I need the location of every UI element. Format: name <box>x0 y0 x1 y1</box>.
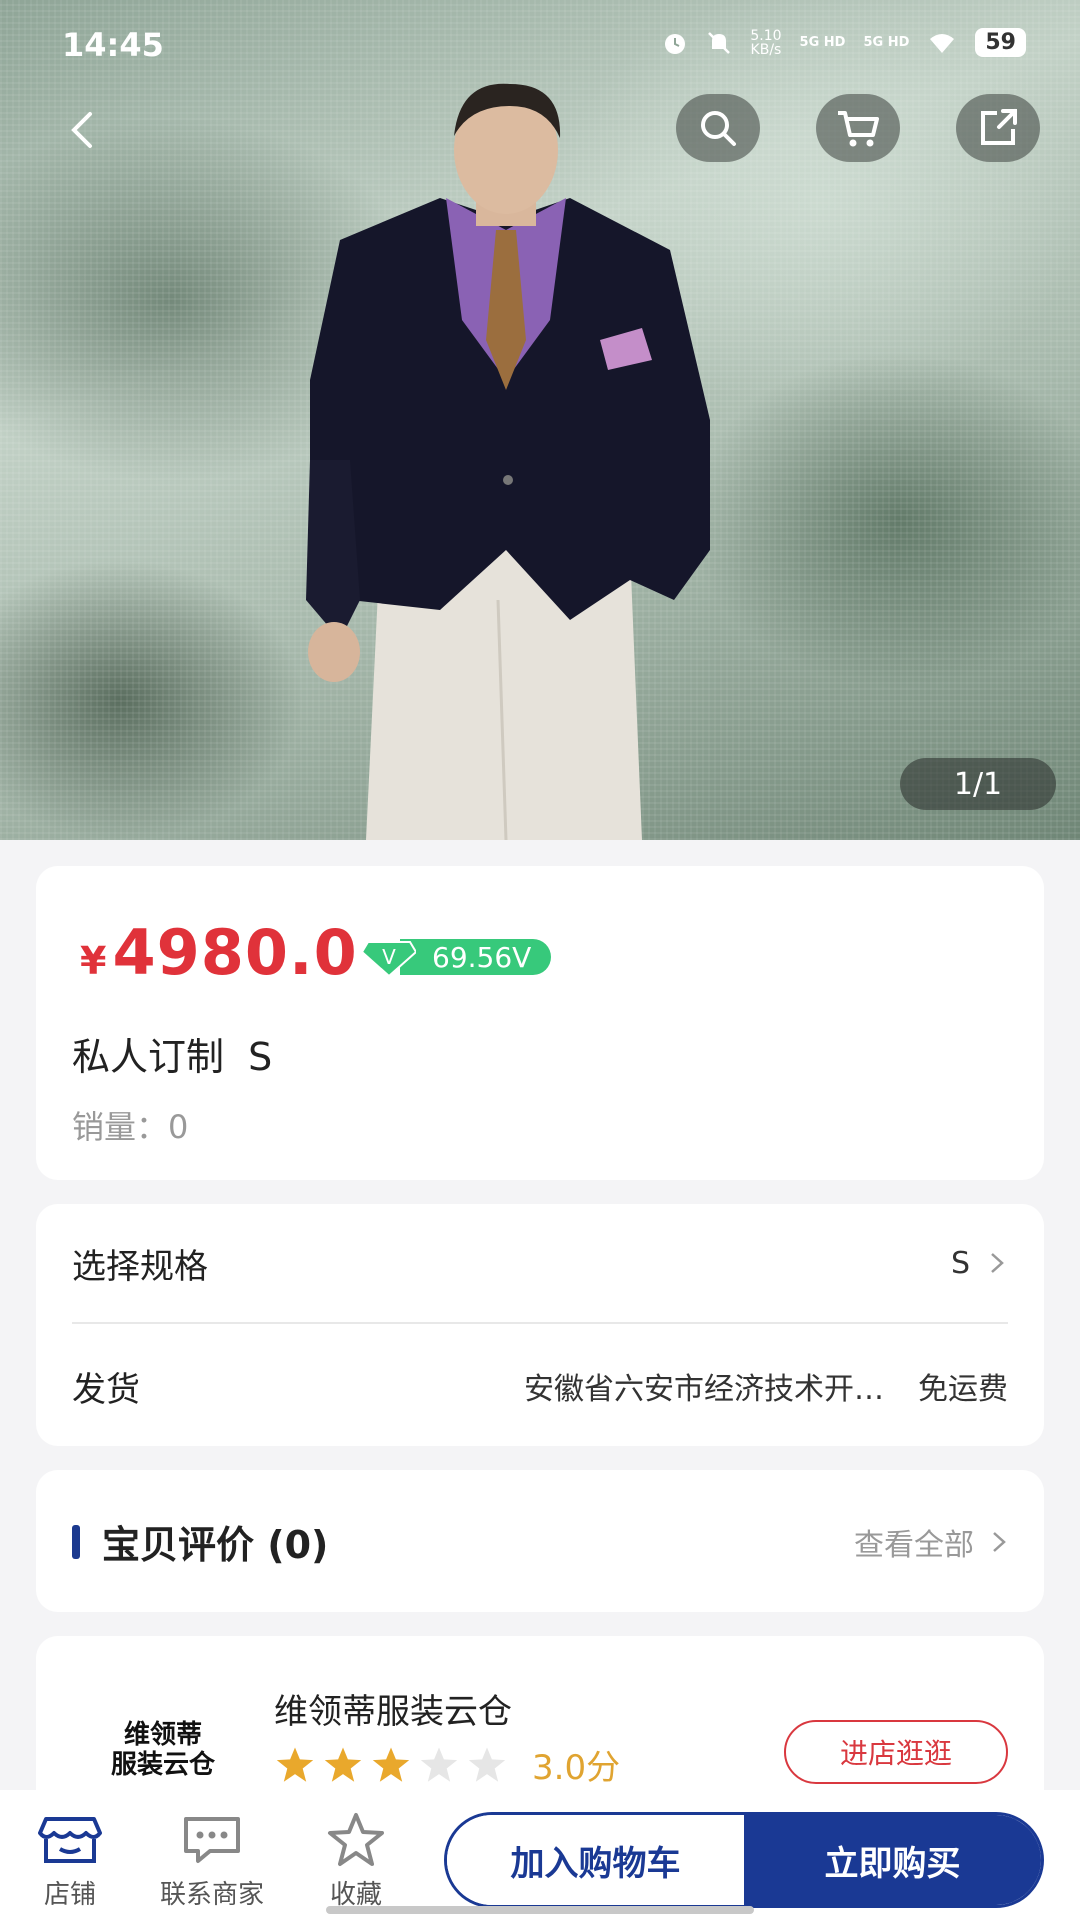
product-title: 私人订制 S <box>72 1035 273 1079</box>
purchase-buttons: 加入购物车 立即购买 <box>444 1812 1044 1908</box>
shipping-row: 发货 安徽省六安市经济技术开… 免运费 <box>72 1326 1008 1446</box>
product-info-card: ¥ 4980.0 V 69.56V 私人订制 S 销量：0 <box>36 866 1044 1180</box>
price-row: ¥ 4980.0 <box>80 916 358 989</box>
cart-icon <box>838 111 879 147</box>
spec-value: S <box>950 1245 970 1281</box>
star-filled-icon <box>372 1747 410 1782</box>
cart-button[interactable] <box>816 94 900 162</box>
star-empty-icon <box>468 1747 506 1782</box>
search-icon <box>701 111 736 146</box>
status-icons: 5.10 KB/s 5G HD 5G HD 59 <box>662 28 1026 57</box>
wifi-icon <box>930 33 955 53</box>
svg-text:V: V <box>382 945 396 969</box>
status-time: 14:45 <box>62 26 164 64</box>
back-button[interactable] <box>52 100 112 160</box>
chat-icon <box>184 1817 240 1863</box>
add-to-cart-button[interactable]: 加入购物车 <box>447 1815 744 1905</box>
section-accent-bar <box>72 1524 80 1559</box>
nav-contact-merchant[interactable]: 联系商家 <box>142 1812 282 1911</box>
star-empty-icon <box>420 1747 458 1782</box>
product-photo-model <box>306 83 710 840</box>
signal-2: 5G HD <box>863 35 910 50</box>
nav-store-label: 店铺 <box>43 1880 96 1910</box>
home-indicator <box>326 1906 754 1914</box>
currency-symbol: ¥ <box>80 939 107 983</box>
shipping-origin: 安徽省六安市经济技术开… <box>524 1372 884 1407</box>
sales-count: 销量：0 <box>72 1108 189 1146</box>
chevron-right-icon <box>991 1253 1004 1273</box>
chevron-right-icon <box>993 1532 1006 1552</box>
view-all-reviews-link[interactable]: 查看全部 <box>854 1520 1010 1564</box>
signal-1: 5G HD <box>799 35 846 50</box>
image-pager: 1/1 <box>900 758 1056 810</box>
rating-text: 3.0分 <box>532 1748 621 1788</box>
shipping-label: 发货 <box>72 1369 140 1410</box>
nav-favorite[interactable]: 收藏 <box>286 1812 426 1911</box>
store-logo: 维领蒂 服装云仓 <box>110 1720 215 1780</box>
star-icon <box>328 1813 384 1866</box>
status-bar: 14:45 5.10 KB/s 5G HD 5G HD 59 <box>0 0 1080 90</box>
nav-store[interactable]: 店铺 <box>0 1812 140 1911</box>
store-name: 维领蒂服装云仓 <box>274 1692 512 1732</box>
store-icon <box>38 1817 102 1863</box>
visit-store-button[interactable]: 进店逛逛 <box>784 1720 1008 1784</box>
chevron-left-icon <box>71 112 92 148</box>
v-points-value: 69.56V <box>400 939 552 975</box>
search-button[interactable] <box>676 94 760 162</box>
v-points-tag: V 69.56V <box>360 938 552 978</box>
alarm-icon <box>665 33 686 54</box>
buy-now-button[interactable]: 立即购买 <box>744 1815 1041 1905</box>
bottom-action-bar: 店铺 联系商家 收藏 加入购物车 立即购买 <box>0 1790 1080 1920</box>
spec-shipping-card: 选择规格 S 发货 安徽省六安市经济技术开… 免运费 <box>36 1204 1044 1446</box>
share-icon <box>981 109 1017 145</box>
product-price: 4980.0 <box>112 916 358 989</box>
network-speed: 5.10 KB/s <box>750 27 782 58</box>
store-rating: 3.0分 <box>274 1740 620 1789</box>
nav-contact-label: 联系商家 <box>159 1880 264 1910</box>
select-spec-row[interactable]: 选择规格 S <box>72 1204 1008 1324</box>
mute-bell-icon <box>708 31 731 54</box>
reviews-title: 宝贝评价 (0) <box>72 1514 328 1569</box>
battery-level: 59 <box>975 28 1026 57</box>
star-filled-icon <box>276 1747 314 1782</box>
star-filled-icon <box>324 1747 362 1782</box>
share-button[interactable] <box>956 94 1040 162</box>
shipping-fee: 免运费 <box>918 1372 1008 1407</box>
product-image-gallery[interactable]: 14:45 5.10 KB/s 5G HD 5G HD 59 1/1 <box>0 0 1080 840</box>
reviews-card: 宝贝评价 (0) 查看全部 <box>36 1470 1044 1612</box>
diamond-icon: V <box>360 938 418 978</box>
spec-label: 选择规格 <box>72 1246 208 1287</box>
